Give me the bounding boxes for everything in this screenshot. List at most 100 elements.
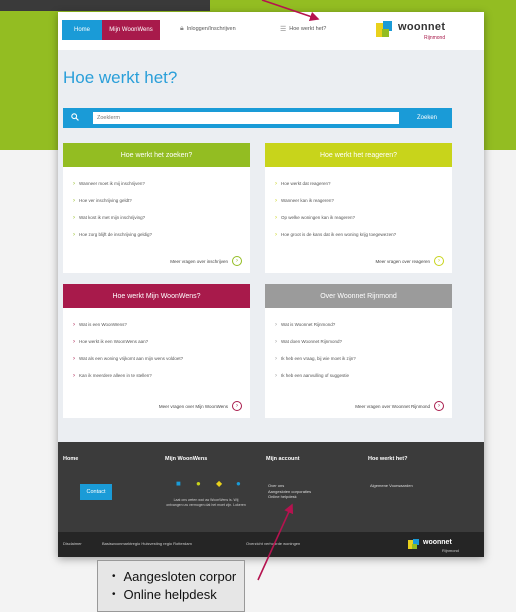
faq-item[interactable]: › Wat is Woonnet Rijnmond?	[275, 316, 442, 333]
chat-icon[interactable]: ●	[236, 480, 244, 488]
faq-list: › Wat is Woonnet Rijnmond? › Wat doen Woon…	[265, 308, 452, 384]
faq-item[interactable]: › Hoe werkt ik een WoonWens aan?	[73, 333, 240, 350]
footer-logo[interactable]: woonnet Rijnmond	[408, 536, 478, 554]
house-icon[interactable]: ■	[176, 480, 184, 488]
bullet-icon: ›	[275, 321, 277, 328]
search-input[interactable]	[93, 112, 399, 124]
footer: Home Mijn WoonWens Mijn account Hoe werk…	[58, 442, 484, 532]
bullet-icon: ›	[73, 180, 75, 187]
faq-item[interactable]: › Hoe ver inschrijving geldt?	[73, 192, 240, 209]
woonnet-logo[interactable]: woonnet Rijnmond	[376, 17, 476, 45]
bullet-icon: ›	[73, 231, 75, 238]
footer-logo-subtitle: Rijnmond	[442, 548, 459, 553]
faq-item[interactable]: › Hoe zorg blijft de inschrijving geldig?	[73, 226, 240, 243]
zoom-callout-list: • Aangesloten corpor • Online helpdesk	[98, 561, 244, 603]
bullet-icon: ›	[275, 355, 277, 362]
bullet-icon: ›	[275, 197, 277, 204]
footer-logo-name: woonnet	[423, 539, 452, 546]
card-title: Hoe werkt Mijn WoonWens?	[63, 284, 250, 308]
contact-button[interactable]: Contact	[80, 484, 112, 500]
top-navigation: Home Mijn WoonWens 🔒︎ Inloggen/Inschrijv…	[58, 12, 484, 50]
faq-item[interactable]: › Ik heb een aanvulling of suggestie	[275, 367, 442, 384]
bullet-icon: ›	[73, 355, 75, 362]
faq-item[interactable]: › Wat doen Woonnet Rijnmond?	[275, 333, 442, 350]
more-questions-link[interactable]: Meer vragen over Woonnet Rijnmond ›	[355, 401, 444, 411]
how-it-works-link-label: Hoe werkt het?	[289, 26, 327, 32]
tab-mijn-woonwens[interactable]: Mijn WoonWens	[102, 20, 160, 40]
bullet-icon: ›	[73, 197, 75, 204]
footer-title-home[interactable]: Home	[63, 456, 78, 462]
more-questions-link[interactable]: Meer vragen over reageren ›	[375, 256, 444, 266]
page-title: Hoe werkt het?	[63, 68, 178, 87]
bullet-icon: ›	[275, 372, 277, 379]
bullet-icon: ›	[275, 180, 277, 187]
faq-list: › Hoe werkt dat reageren? › Wanneer kan ik…	[265, 167, 452, 243]
lock-icon: 🔒︎	[180, 25, 184, 32]
card-reageren: Hoe werkt het reageren? › Hoe werkt dat r…	[265, 143, 452, 273]
chevron-right-icon: ›	[434, 256, 444, 266]
more-questions-link[interactable]: Meer vragen over inschrijven ›	[170, 256, 242, 266]
zoom-callout-item: • Aangesloten corpor	[112, 568, 237, 584]
tag-icon[interactable]: ◆	[216, 480, 224, 488]
bullet-icon: ›	[73, 372, 75, 379]
logo-subtitle: Rijnmond	[424, 35, 446, 41]
help-link[interactable]: Algemene Voorwaarden	[370, 483, 413, 489]
card-over-woonnet: Over Woonnet Rijnmond › Wat is Woonnet Ri…	[265, 284, 452, 418]
faq-item[interactable]: › Wat kost ik met mijn inschrijving?	[73, 209, 240, 226]
logo-name: woonnet	[398, 21, 446, 33]
footer-icon-row: ■ ● ◆ ●	[176, 480, 244, 488]
login-link-label: Inloggen/Inschrijven	[186, 26, 236, 32]
card-title: Hoe werkt het zoeken?	[63, 143, 250, 167]
how-it-works-link[interactable]: ☰ Hoe werkt het?	[280, 25, 326, 33]
bullet-icon: ›	[73, 214, 75, 221]
account-links: Over ons Aangesloten corporaties Online …	[268, 483, 311, 500]
bullet-icon: ›	[275, 231, 277, 238]
menu-icon: ☰	[280, 26, 287, 33]
disclaimer-link[interactable]: Disclaimer	[63, 541, 82, 546]
bottom-bar: Disclaimer Basiswoonmarktregio Huisvesti…	[58, 532, 484, 557]
card-title: Hoe werkt het reageren?	[265, 143, 452, 167]
logo-mark	[376, 21, 394, 39]
background-dark-strip	[0, 0, 210, 11]
faq-item[interactable]: › Hoe groot is de kans dat ik een woning …	[275, 226, 442, 243]
website-screenshot: Home Mijn WoonWens 🔒︎ Inloggen/Inschrijv…	[58, 12, 484, 557]
footer-title-mijn-woonwens[interactable]: Mijn WoonWens	[165, 456, 207, 462]
faq-item[interactable]: › Op welke woningen kan ik reageren?	[275, 209, 442, 226]
rented-overview-link[interactable]: Overzicht verhuurde woningen	[246, 541, 300, 546]
card-mijn-woonwens: Hoe werkt Mijn WoonWens? › Wat is een Woo…	[63, 284, 250, 418]
logo-mark	[408, 539, 420, 551]
help-links: Algemene Voorwaarden	[370, 483, 413, 489]
faq-item[interactable]: › Kan ik meerdere alleen in te stellen?	[73, 367, 240, 384]
bullet-icon: ›	[275, 338, 277, 345]
regulations-link[interactable]: Basiswoonmarktregio Huisvesting regio Ro…	[102, 541, 192, 546]
faq-item[interactable]: › Wat als een woning vrijkomt aan mijn we…	[73, 350, 240, 367]
search-icon	[71, 113, 79, 121]
search-button[interactable]: Zoeken	[403, 110, 451, 126]
search-bar: Zoeken	[63, 108, 452, 128]
footer-note: Laat ons weten wat uw WoonWens is. Wij o…	[166, 498, 246, 507]
card-zoeken: Hoe werkt het zoeken? › Wanneer moet ik m…	[63, 143, 250, 273]
card-title: Over Woonnet Rijnmond	[265, 284, 452, 308]
bullet-icon: ›	[275, 214, 277, 221]
zoom-callout: • Aangesloten corpor • Online helpdesk	[97, 560, 245, 612]
bullet-icon: ›	[73, 338, 75, 345]
faq-item[interactable]: › Wanneer kan ik reageren?	[275, 192, 442, 209]
faq-list: › Wat is een WoonWens? › Hoe werkt ik een …	[63, 308, 250, 384]
chevron-right-icon: ›	[232, 256, 242, 266]
tab-home[interactable]: Home	[62, 20, 102, 40]
footer-title-account[interactable]: Mijn account	[266, 456, 300, 462]
faq-item[interactable]: › Wat is een WoonWens?	[73, 316, 240, 333]
zoom-callout-item: • Online helpdesk	[112, 586, 217, 602]
faq-item[interactable]: › Hoe werkt dat reageren?	[275, 175, 442, 192]
chevron-right-icon: ›	[434, 401, 444, 411]
faq-item[interactable]: › Wanneer moet ik mij inschrijven?	[73, 175, 240, 192]
chevron-right-icon: ›	[232, 401, 242, 411]
location-pin-icon[interactable]: ●	[196, 480, 204, 488]
faq-item[interactable]: › Ik heb een vraag, bij wie moet ik zijn?	[275, 350, 442, 367]
faq-list: › Wanneer moet ik mij inschrijven? › Hoe v…	[63, 167, 250, 243]
footer-title-how[interactable]: Hoe werkt het?	[368, 456, 407, 462]
login-link[interactable]: 🔒︎ Inloggen/Inschrijven	[180, 25, 236, 33]
more-questions-link[interactable]: Meer vragen over Mijn WoonWens ›	[159, 401, 242, 411]
account-link[interactable]: Online helpdesk	[268, 494, 311, 500]
bullet-icon: ›	[73, 321, 75, 328]
